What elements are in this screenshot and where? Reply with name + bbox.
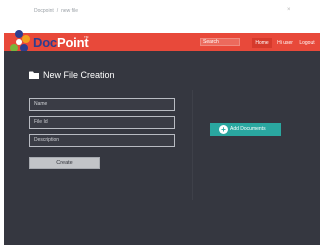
main-panel <box>4 51 320 245</box>
plus-circle-icon: + <box>219 125 228 134</box>
name-field[interactable]: Name <box>29 98 175 111</box>
nav-user[interactable]: Hi user <box>275 38 295 48</box>
folder-icon <box>29 71 39 79</box>
search-input[interactable]: Search <box>200 38 240 46</box>
description-field[interactable]: Description <box>29 134 175 147</box>
close-icon[interactable]: × <box>287 7 291 13</box>
add-documents-button[interactable]: + Add Documents <box>210 123 281 136</box>
top-bar: Docpoint / new file × <box>0 0 320 24</box>
file-id-field[interactable]: File Id <box>29 116 175 129</box>
breadcrumb-separator: / <box>56 8 59 14</box>
nav-home[interactable]: Home <box>252 38 272 48</box>
divider <box>192 90 193 200</box>
logo-trademark: TM <box>84 35 89 39</box>
create-button[interactable]: Create <box>29 157 100 169</box>
add-documents-label: Add Documents <box>230 126 266 132</box>
breadcrumb-root[interactable]: Docpoint <box>34 8 54 14</box>
breadcrumb: Docpoint / new file <box>34 8 78 14</box>
page-title: New File Creation <box>43 70 115 80</box>
nav-logout[interactable]: Logout <box>297 38 317 48</box>
logo-text: DocPoint <box>33 35 89 50</box>
breadcrumb-current: new file <box>61 8 79 14</box>
